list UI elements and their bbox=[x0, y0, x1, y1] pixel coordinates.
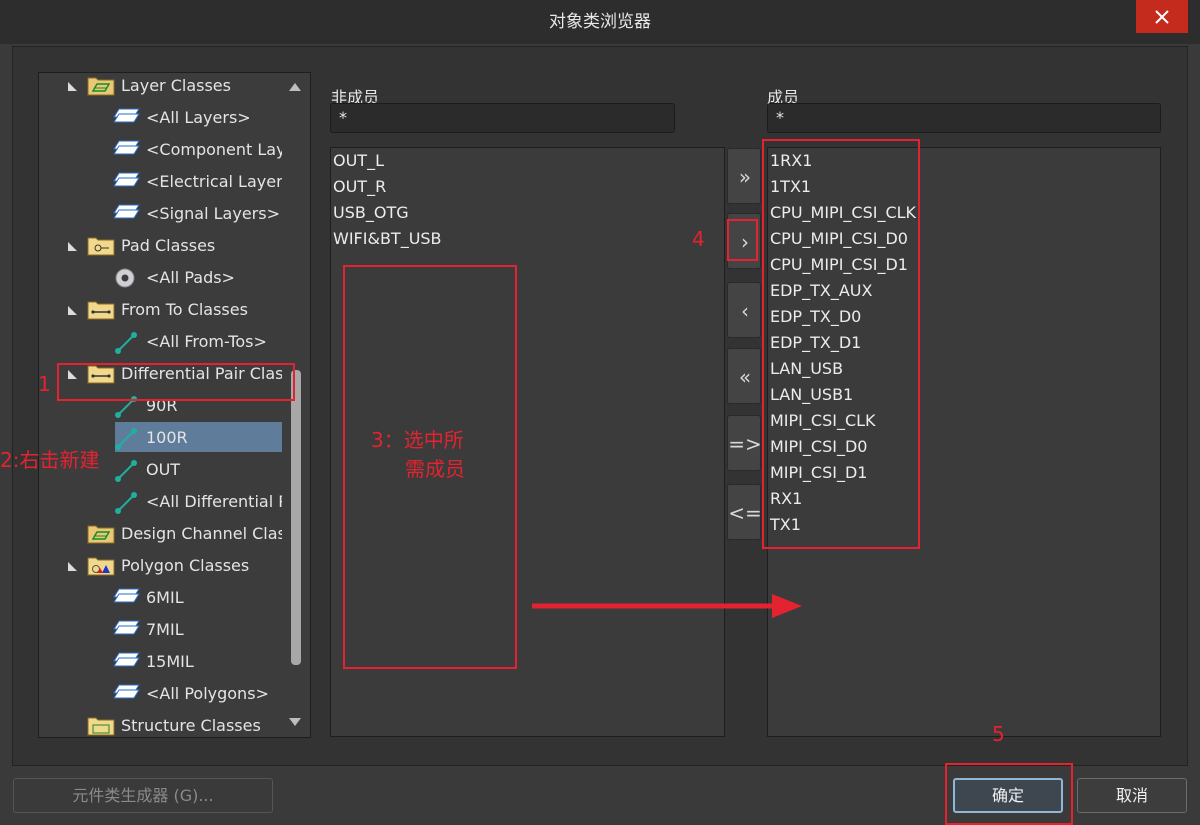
net-icon bbox=[113, 426, 141, 452]
tree-item-label: <All From-Tos> bbox=[146, 332, 267, 351]
remove-all-icon: « bbox=[738, 365, 752, 389]
folder-icon bbox=[87, 522, 115, 548]
add-filtered-button[interactable]: => bbox=[727, 415, 762, 471]
annotation-step4: 4 bbox=[692, 227, 705, 251]
folder-icon bbox=[87, 298, 115, 324]
annotation-step5: 5 bbox=[992, 722, 1005, 746]
folder-icon bbox=[87, 554, 115, 580]
tree-item[interactable]: 7MIL bbox=[113, 616, 282, 644]
tree-item-label: 7MIL bbox=[146, 620, 184, 639]
layer-icon bbox=[113, 650, 141, 676]
tree-item[interactable]: <Signal Layers> bbox=[113, 200, 282, 228]
expand-icon[interactable] bbox=[68, 82, 77, 91]
tree-item-label: <All Polygons> bbox=[146, 684, 269, 703]
remove-selected-icon: ‹ bbox=[741, 299, 749, 323]
tree-item-label: <All Differential Pa bbox=[146, 492, 282, 511]
tree-item-label: Pad Classes bbox=[121, 236, 216, 255]
tree-scroll-up-icon[interactable] bbox=[289, 83, 301, 91]
tree-item-label: 15MIL bbox=[146, 652, 194, 671]
tree-item-label: Structure Classes bbox=[121, 716, 261, 735]
folder-icon bbox=[87, 234, 115, 260]
net-icon bbox=[113, 490, 141, 516]
tree-item[interactable]: <All Layers> bbox=[113, 104, 282, 132]
tree-item[interactable]: 15MIL bbox=[113, 648, 282, 676]
remove-selected-button[interactable]: ‹ bbox=[727, 282, 761, 338]
tree-item-label: <All Pads> bbox=[146, 268, 235, 287]
expand-icon[interactable] bbox=[68, 242, 77, 251]
close-icon bbox=[1155, 10, 1169, 24]
tree-item[interactable]: <All Pads> bbox=[113, 264, 282, 292]
tree-item[interactable]: Structure Classes bbox=[68, 712, 282, 740]
tree-item-label: <Signal Layers> bbox=[146, 204, 280, 223]
annotation-step3-line2: 需成员 bbox=[405, 457, 465, 481]
expand-icon[interactable] bbox=[68, 562, 77, 571]
annotation-step3-line1: 3：选中所 bbox=[371, 428, 464, 452]
annotation-step1: 1 bbox=[38, 372, 51, 396]
layer-icon bbox=[113, 618, 141, 644]
tree-item[interactable]: <Electrical Layers> bbox=[113, 168, 282, 196]
members-filter-input[interactable]: * bbox=[767, 103, 1161, 133]
tree-item[interactable]: Pad Classes bbox=[68, 232, 282, 260]
layer-icon bbox=[113, 106, 141, 132]
non-member-item[interactable]: OUT_L bbox=[333, 148, 384, 174]
layer-icon bbox=[113, 170, 141, 196]
annotation-box-members bbox=[762, 139, 920, 549]
tree-scroll-down-icon[interactable] bbox=[289, 718, 301, 726]
net-icon bbox=[113, 458, 141, 484]
folder-icon bbox=[87, 74, 115, 100]
tree-item[interactable]: <All Polygons> bbox=[113, 680, 282, 708]
tree-item-label: From To Classes bbox=[121, 300, 248, 319]
tree-item[interactable]: From To Classes bbox=[68, 296, 282, 324]
tree-item-label: Layer Classes bbox=[121, 76, 231, 95]
pad-icon bbox=[113, 266, 141, 292]
annotation-step2: 2:右击新建 bbox=[0, 448, 100, 472]
annotation-box-ok bbox=[945, 763, 1073, 825]
add-all-icon: » bbox=[738, 165, 752, 189]
tree-item-label: Polygon Classes bbox=[121, 556, 250, 575]
tree-item-label: 6MIL bbox=[146, 588, 184, 607]
tree-item[interactable]: OUT bbox=[113, 456, 282, 484]
cancel-button[interactable]: 取消 bbox=[1077, 778, 1187, 813]
tree-item-label: <Component Laye bbox=[146, 140, 282, 159]
tree-item-label: 100R bbox=[146, 428, 188, 447]
tree-item-label: <Electrical Layers> bbox=[146, 172, 282, 191]
remove-all-button[interactable]: « bbox=[727, 348, 761, 404]
tree-item[interactable]: <All From-Tos> bbox=[113, 328, 282, 356]
tree-item[interactable]: Layer Classes bbox=[68, 72, 282, 100]
layer-icon bbox=[113, 202, 141, 228]
tree-item[interactable]: 6MIL bbox=[113, 584, 282, 612]
annotation-box-add bbox=[727, 219, 758, 261]
window-title: 对象类浏览器 bbox=[549, 12, 651, 32]
net-icon bbox=[113, 330, 141, 356]
tree-item[interactable]: Design Channel Class bbox=[68, 520, 282, 548]
folder-icon bbox=[87, 714, 115, 740]
remove-filtered-button[interactable]: <= bbox=[727, 484, 762, 540]
non-member-item[interactable]: WIFI&BT_USB bbox=[333, 226, 442, 252]
add-all-button[interactable]: » bbox=[727, 148, 761, 204]
tree-item[interactable]: <Component Laye bbox=[113, 136, 282, 164]
class-generator-button[interactable]: 元件类生成器 (G)... bbox=[13, 778, 273, 813]
tree-item-label: OUT bbox=[146, 460, 181, 479]
annotation-box-diff-pair bbox=[57, 363, 295, 401]
annotation-arrow-icon bbox=[532, 594, 802, 618]
layer-icon bbox=[113, 586, 141, 612]
close-button[interactable] bbox=[1136, 0, 1188, 33]
layer-icon bbox=[113, 682, 141, 708]
tree-item[interactable]: <All Differential Pa bbox=[113, 488, 282, 516]
expand-icon[interactable] bbox=[68, 306, 77, 315]
remove-filtered-icon: <= bbox=[728, 501, 762, 525]
tree-item-label: Design Channel Class bbox=[121, 524, 282, 543]
tree-item[interactable]: 100R bbox=[113, 424, 282, 452]
layer-icon bbox=[113, 138, 141, 164]
add-filtered-icon: => bbox=[728, 432, 762, 456]
non-member-item[interactable]: OUT_R bbox=[333, 174, 386, 200]
non-member-item[interactable]: USB_OTG bbox=[333, 200, 409, 226]
tree-item[interactable]: Polygon Classes bbox=[68, 552, 282, 580]
tree-scrollbar-thumb[interactable] bbox=[291, 370, 301, 665]
tree-item-label: <All Layers> bbox=[146, 108, 251, 127]
non-members-filter-input[interactable]: * bbox=[330, 103, 675, 133]
